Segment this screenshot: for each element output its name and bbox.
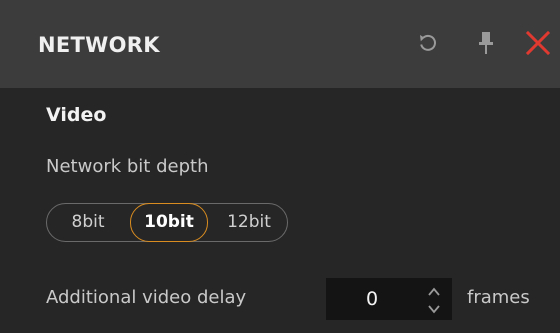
bit-depth-option-10bit[interactable]: 10bit	[130, 202, 208, 242]
increment-button[interactable]	[426, 284, 442, 298]
bit-depth-label: Network bit depth	[46, 156, 209, 177]
bit-depth-option-12bit[interactable]: 12bit	[213, 203, 285, 241]
bit-depth-selector: 8bit 10bit 12bit	[46, 202, 288, 242]
chevron-down-icon	[428, 305, 440, 314]
video-delay-units: frames	[467, 287, 530, 308]
video-delay-input[interactable]	[326, 278, 416, 320]
decrement-button[interactable]	[426, 301, 442, 315]
close-icon	[525, 30, 551, 56]
pin-button[interactable]	[469, 26, 503, 60]
close-button[interactable]	[521, 26, 555, 60]
video-delay-stepper	[416, 278, 452, 320]
network-panel: NETWORK Video Network bit depth 8bit 10b…	[0, 0, 560, 333]
section-title-video: Video	[46, 104, 107, 126]
pin-icon	[479, 32, 493, 54]
video-delay-label: Additional video delay	[46, 287, 247, 308]
panel-header: NETWORK	[0, 0, 560, 88]
bit-depth-option-8bit[interactable]: 8bit	[57, 203, 119, 241]
reset-icon	[420, 34, 436, 51]
panel-title: NETWORK	[38, 33, 160, 57]
reset-button[interactable]	[411, 26, 445, 60]
chevron-up-icon	[428, 287, 440, 296]
